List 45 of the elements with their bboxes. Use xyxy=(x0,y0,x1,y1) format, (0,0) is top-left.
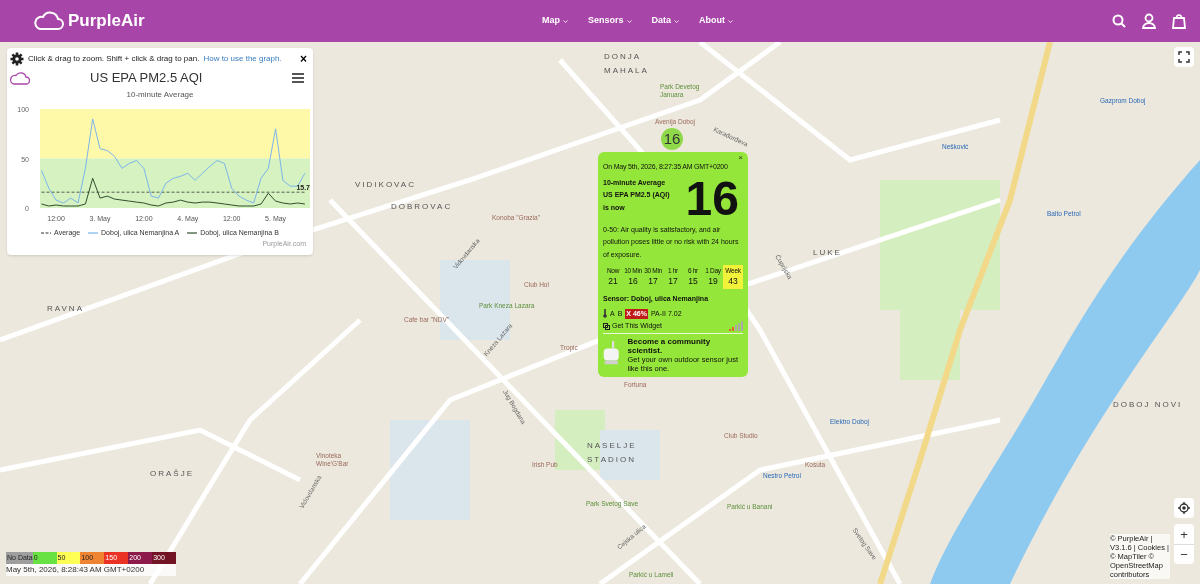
district-label: DOBROVAC xyxy=(391,201,453,213)
widget-icon xyxy=(603,322,610,330)
locate-button[interactable] xyxy=(1174,498,1194,518)
district-label: DONJA MAHALA xyxy=(604,51,650,77)
district-label: LUKE xyxy=(813,247,842,259)
nav-link[interactable]: Sensors xyxy=(588,14,632,28)
cloud-icon xyxy=(10,71,30,85)
promo-title[interactable]: Become a community scientist. xyxy=(627,336,743,355)
nav-link[interactable]: Map xyxy=(542,14,568,28)
caret-icon xyxy=(728,19,734,23)
fullscreen-icon xyxy=(1178,51,1190,63)
legend-timestamp: May 5th, 2026, 8:28:43 AM GMT+0200 xyxy=(6,564,146,576)
district-label: VIDIKOVAC xyxy=(355,179,416,191)
cloud-logo-icon xyxy=(34,11,64,31)
close-button[interactable]: × xyxy=(738,154,743,162)
zoom-out-button[interactable]: − xyxy=(1174,544,1194,564)
thermometer-icon xyxy=(603,309,607,319)
brand-name[interactable]: PurpleAir xyxy=(68,8,145,34)
signal-bars-icon xyxy=(729,321,743,332)
shopping-bag-icon[interactable] xyxy=(1172,13,1186,29)
zoom-in-button[interactable]: + xyxy=(1174,524,1194,544)
legend-line-icon xyxy=(41,232,52,235)
close-button[interactable]: × xyxy=(300,53,307,65)
chart-subtitle: 10-minute Average xyxy=(126,89,194,101)
menu-icon[interactable] xyxy=(292,73,304,83)
fullscreen-button[interactable] xyxy=(1174,47,1194,67)
help-link[interactable]: How to use the graph. xyxy=(203,53,282,65)
district-label: NASELJE STADION xyxy=(587,440,637,466)
district-label: RAVNA xyxy=(47,303,84,315)
search-icon[interactable] xyxy=(1112,14,1126,28)
district-label: DOBOJ NOVI xyxy=(1113,399,1183,411)
chart-title: US EPA PM2.5 AQI xyxy=(90,69,203,88)
nav-link[interactable]: About xyxy=(699,14,734,28)
caret-icon xyxy=(626,19,632,23)
settings-icon[interactable] xyxy=(10,52,24,66)
legend-line-icon xyxy=(187,232,198,235)
nav-link[interactable]: Data xyxy=(651,14,680,28)
aqi-value: 16 xyxy=(685,176,739,221)
graph-hint: Click & drag to zoom. Shift + click & drag to pan. xyxy=(28,53,200,65)
legend-line-icon xyxy=(88,232,99,235)
caret-icon xyxy=(563,19,568,23)
locate-icon xyxy=(1178,502,1190,514)
district-label: ORAŠJE xyxy=(150,468,194,480)
user-icon[interactable] xyxy=(1142,13,1156,29)
caret-icon xyxy=(674,19,680,23)
